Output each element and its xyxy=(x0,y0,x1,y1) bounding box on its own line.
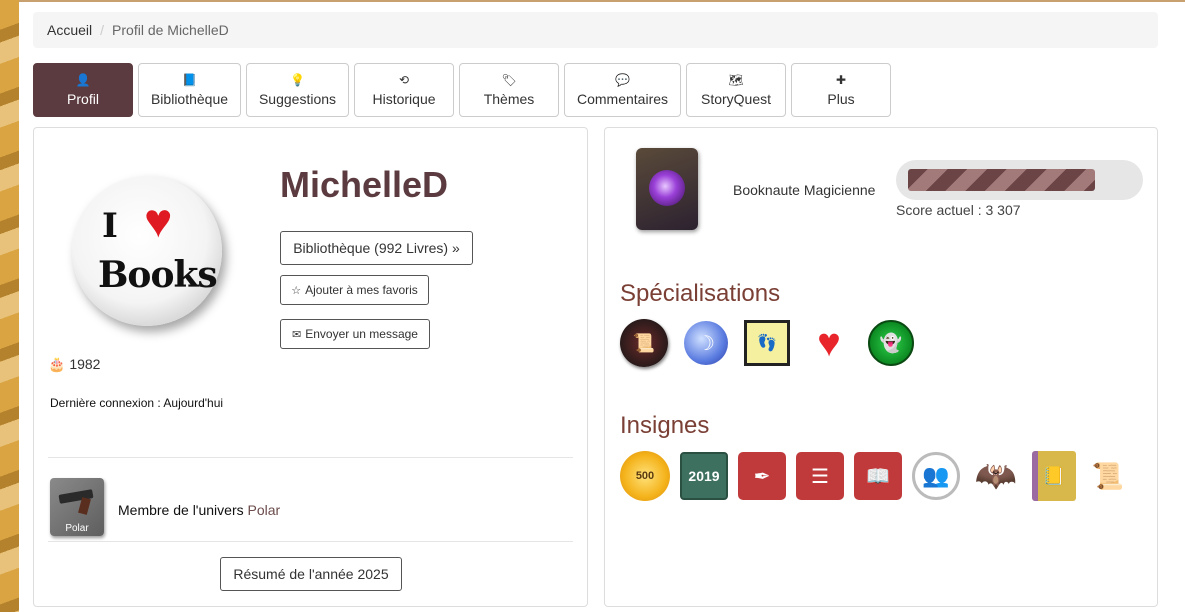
scroll-roll-badge-icon[interactable]: 📜 xyxy=(1086,458,1130,494)
comment-icon: 💬 xyxy=(615,73,630,87)
tab-label: StoryQuest xyxy=(700,91,772,107)
tags-icon: 🏷 xyxy=(501,73,517,87)
avatar-button-badge: I ♥ Books xyxy=(72,176,222,326)
background-decoration xyxy=(0,0,19,612)
tab-bibliotheque[interactable]: 📘 Bibliothèque xyxy=(138,63,241,117)
pen-badge-icon[interactable]: ✒ xyxy=(738,452,786,500)
avatar-text-books: Books xyxy=(98,254,218,296)
cake-icon: 🎂 xyxy=(48,356,66,372)
divider xyxy=(48,457,573,458)
sun-500-badge-icon[interactable]: 500 xyxy=(620,451,670,501)
member-prefix: Membre de l'univers xyxy=(118,502,248,518)
book-icon: 📘 xyxy=(182,73,197,87)
tab-commentaires[interactable]: 💬 Commentaires xyxy=(564,63,681,117)
birth-year-value: 1982 xyxy=(69,356,101,372)
footprints-badge-icon[interactable]: 👣 xyxy=(744,320,790,366)
tab-label: Thèmes xyxy=(483,91,535,107)
add-favorite-button[interactable]: ☆ Ajouter à mes favoris xyxy=(280,275,429,305)
breadcrumb-current: Profil de MichelleD xyxy=(112,22,229,38)
tab-profil[interactable]: 👤 Profil xyxy=(33,63,133,117)
send-message-label: Envoyer un message xyxy=(305,327,418,341)
user-icon: 👤 xyxy=(75,73,91,87)
heart-icon: ♥ xyxy=(144,195,173,248)
stats-panel: Booknaute Magicienne Score actuel : 3 30… xyxy=(604,127,1158,607)
envelope-icon: ✉ xyxy=(292,328,302,341)
divider xyxy=(48,541,573,542)
breadcrumb-home-link[interactable]: Accueil xyxy=(47,22,92,38)
magic-orb xyxy=(649,170,685,206)
tab-label: Historique xyxy=(372,91,436,107)
insignes-title: Insignes xyxy=(620,412,710,439)
tab-label: Suggestions xyxy=(258,91,337,107)
lightbulb-icon: 💡 xyxy=(290,73,305,87)
heart-badge-icon[interactable]: ♥ xyxy=(806,320,852,366)
book-check-badge-icon[interactable]: 📖 xyxy=(854,452,902,500)
current-score: Score actuel : 3 307 xyxy=(896,202,1021,218)
rank-card-icon xyxy=(636,148,698,230)
tab-label: Plus xyxy=(827,91,855,107)
universe-membership: Membre de l'univers Polar xyxy=(118,502,280,518)
year-summary-button[interactable]: Résumé de l'année 2025 xyxy=(220,557,402,591)
scroll-badge-icon[interactable]: 📜 xyxy=(620,319,668,367)
tab-label: Profil xyxy=(67,91,99,107)
rank-name: Booknaute Magicienne xyxy=(733,182,876,198)
ghost-badge-icon[interactable]: 👻 xyxy=(868,320,914,366)
tab-storyquest[interactable]: 🗺 StoryQuest xyxy=(686,63,786,117)
profile-tabs: 👤 Profil 📘 Bibliothèque 💡 Suggestions ⟲ … xyxy=(33,63,891,117)
breadcrumb-separator: / xyxy=(100,22,105,38)
tab-suggestions[interactable]: 💡 Suggestions xyxy=(246,63,349,117)
list-stars-badge-icon[interactable]: ☰ xyxy=(796,452,844,500)
tab-label: Bibliothèque xyxy=(150,91,229,107)
avatar: I ♥ Books xyxy=(64,166,234,341)
specialisations-list: 📜 ☽ 👣 ♥ 👻 xyxy=(620,319,914,367)
tab-themes[interactable]: 🏷 Thèmes xyxy=(459,63,559,117)
group-badge-icon[interactable]: 👥 xyxy=(912,452,960,500)
score-progress-bar xyxy=(896,160,1143,200)
map-icon: 🗺 xyxy=(728,73,744,87)
universe-badge-label: Polar xyxy=(65,523,89,534)
bat-web-badge-icon[interactable]: 🦇 xyxy=(970,453,1022,499)
score-progress-fill xyxy=(908,169,1096,191)
insignes-list: 500 2019 ✒ ☰ 📖 👥 🦇 📒 📜 xyxy=(620,451,1130,501)
star-icon: ☆ xyxy=(291,284,302,297)
add-favorite-label: Ajouter à mes favoris xyxy=(305,283,418,297)
last-login: Dernière connexion : Aujourd'hui xyxy=(50,396,224,410)
universe-badge[interactable]: Polar xyxy=(50,478,104,536)
universe-link[interactable]: Polar xyxy=(248,502,281,518)
moon-badge-icon[interactable]: ☽ xyxy=(684,321,728,365)
send-message-button[interactable]: ✉ Envoyer un message xyxy=(280,319,430,349)
birth-year: 🎂 1982 xyxy=(48,356,100,373)
plus-icon: ✚ xyxy=(835,73,847,87)
tab-historique[interactable]: ⟲ Historique xyxy=(354,63,454,117)
breadcrumb: Accueil / Profil de MichelleD xyxy=(33,12,1158,48)
library-button[interactable]: Bibliothèque (992 Livres) » xyxy=(280,231,473,265)
history-icon: ⟲ xyxy=(398,73,410,87)
page: Accueil / Profil de MichelleD 👤 Profil 📘… xyxy=(19,2,1185,612)
specialisations-title: Spécialisations xyxy=(620,280,781,307)
tab-plus[interactable]: ✚ Plus xyxy=(791,63,891,117)
avatar-text-i: I xyxy=(102,206,118,246)
hourglass-2019-badge-icon[interactable]: 2019 xyxy=(680,452,728,500)
username: MichelleD xyxy=(280,164,449,205)
tab-label: Commentaires xyxy=(576,91,669,107)
profile-panel: I ♥ Books MichelleD Bibliothèque (992 Li… xyxy=(33,127,588,607)
book-bookmark-badge-icon[interactable]: 📒 xyxy=(1032,451,1076,501)
